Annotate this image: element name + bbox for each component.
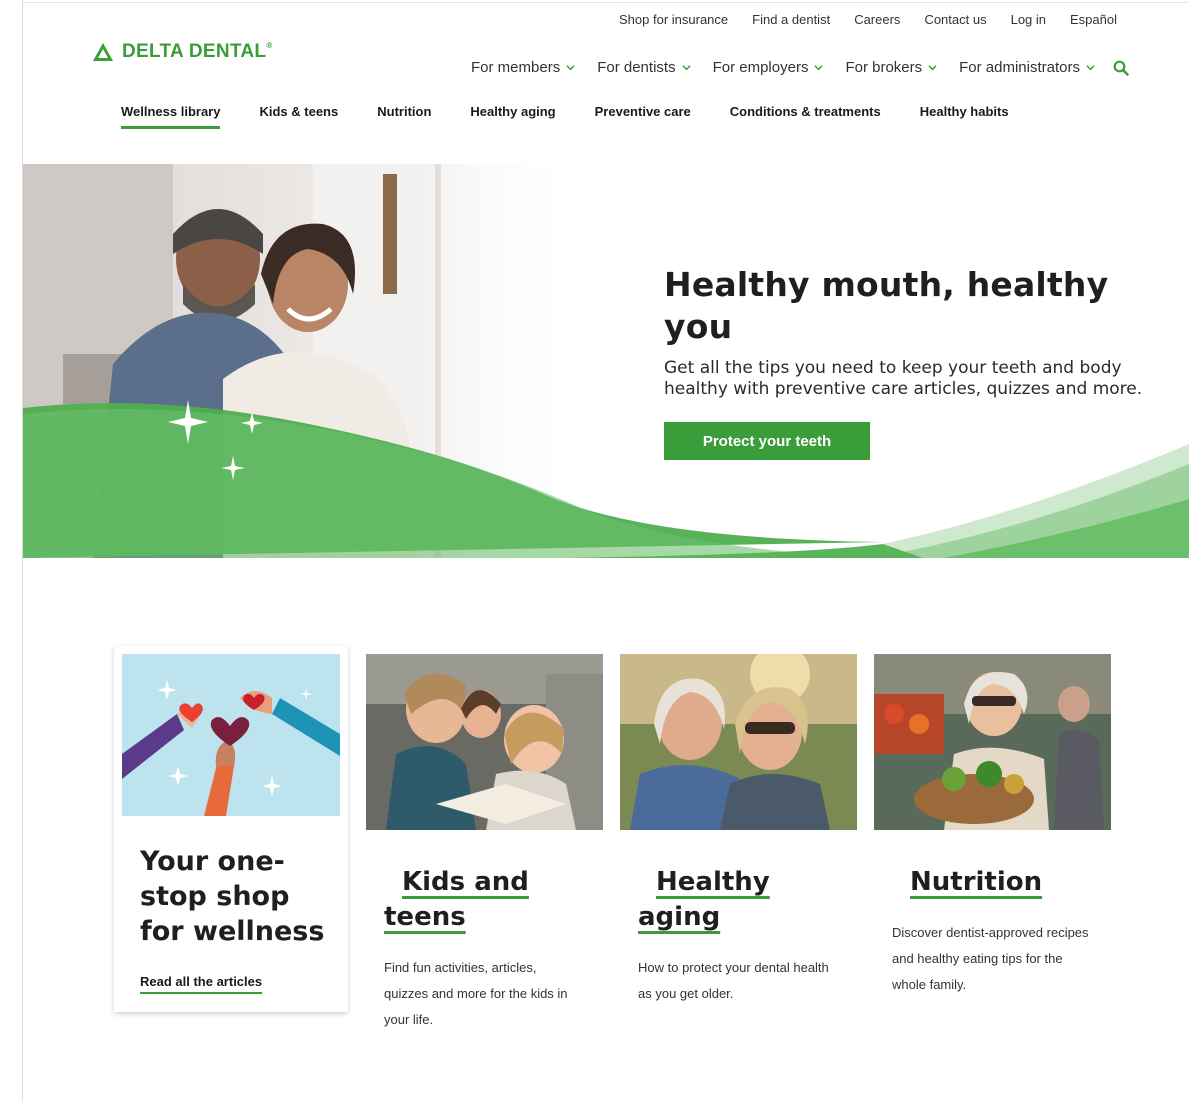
nav-for-dentists[interactable]: For dentists: [597, 59, 691, 76]
nav-label: For members: [471, 59, 561, 76]
subnav-healthy-aging[interactable]: Healthy aging: [470, 104, 555, 119]
careers-link[interactable]: Careers: [854, 12, 900, 27]
intro-card-title: Your one-stop shop for wellness: [140, 846, 325, 947]
wellness-sub-nav: Wellness library Kids & teens Nutrition …: [121, 104, 1009, 129]
log-in-link[interactable]: Log in: [1011, 12, 1046, 27]
chevron-down-icon: [814, 65, 824, 71]
topic-title-wrap: Healthy aging: [638, 865, 838, 935]
chevron-down-icon: [928, 65, 937, 71]
healthy-aging-photo: [620, 644, 857, 830]
main-nav: For members For dentists For employers F…: [471, 59, 1129, 76]
nav-label: For brokers: [845, 59, 923, 76]
wellness-intro-card: Your one-stop shop for wellness Read all…: [114, 646, 348, 1012]
find-dentist-link[interactable]: Find a dentist: [752, 12, 830, 27]
chevron-down-icon: [566, 65, 575, 71]
kids-teens-photo: [366, 654, 603, 830]
topic-description: How to protect your dental health as you…: [638, 960, 829, 1001]
nav-label: For dentists: [597, 59, 676, 76]
nutrition-market-photo: [874, 654, 1111, 830]
nav-label: For employers: [712, 59, 809, 76]
hero-couple-photo: [23, 164, 583, 558]
nav-for-administrators[interactable]: For administrators: [959, 59, 1095, 76]
nav-label: For administrators: [959, 59, 1080, 76]
read-all-articles-link[interactable]: Read all the articles: [140, 974, 263, 994]
topic-title-wrap: Kids and teens: [384, 865, 584, 935]
hero-banner: Healthy mouth, healthy you Get all the t…: [23, 164, 1189, 558]
espanol-link[interactable]: Español: [1070, 12, 1117, 27]
topic-title[interactable]: Kids and teens: [384, 867, 529, 932]
topic-title[interactable]: Nutrition: [910, 867, 1042, 897]
topic-card-nutrition[interactable]: Nutrition Discover dentist-approved reci…: [874, 654, 1111, 998]
topic-title-wrap: Nutrition: [892, 865, 1092, 900]
logo-wordmark: DELTA DENTAL®: [122, 41, 273, 62]
topic-description: Find fun activities, articles, quizzes a…: [384, 960, 568, 1027]
nav-for-members[interactable]: For members: [471, 59, 575, 76]
shop-insurance-link[interactable]: Shop for insurance: [619, 12, 728, 27]
topic-card-healthy-aging[interactable]: Healthy aging How to protect your dental…: [620, 644, 857, 1007]
protect-your-teeth-button[interactable]: Protect your teeth: [664, 422, 870, 460]
contact-us-link[interactable]: Contact us: [924, 12, 986, 27]
hero-title: Healthy mouth, healthy you: [664, 265, 1109, 346]
page-top-border: [22, 2, 1189, 3]
hands-hearts-illustration: [122, 654, 340, 816]
subnav-preventive-care[interactable]: Preventive care: [595, 104, 691, 119]
subnav-nutrition[interactable]: Nutrition: [377, 104, 431, 119]
subnav-kids-teens[interactable]: Kids & teens: [259, 104, 338, 119]
topic-card-kids-teens[interactable]: Kids and teens Find fun activities, arti…: [366, 654, 603, 1033]
search-icon[interactable]: [1113, 60, 1129, 76]
subnav-wellness-library[interactable]: Wellness library: [121, 104, 221, 129]
chevron-down-icon: [681, 65, 691, 71]
hero-subtitle: Get all the tips you need to keep your t…: [664, 358, 1143, 399]
topic-title[interactable]: Healthy aging: [638, 867, 770, 932]
chevron-down-icon: [1086, 65, 1095, 71]
subnav-healthy-habits[interactable]: Healthy habits: [920, 104, 1009, 119]
utility-nav: Shop for insurance Find a dentist Career…: [619, 12, 1117, 27]
nav-for-brokers[interactable]: For brokers: [845, 59, 937, 76]
topic-description: Discover dentist-approved recipes and he…: [892, 925, 1089, 992]
subnav-conditions-treatments[interactable]: Conditions & treatments: [730, 104, 881, 119]
nav-for-employers[interactable]: For employers: [713, 59, 824, 76]
delta-dental-logo[interactable]: DELTA DENTAL®: [92, 41, 273, 63]
delta-triangle-icon: [93, 43, 113, 61]
